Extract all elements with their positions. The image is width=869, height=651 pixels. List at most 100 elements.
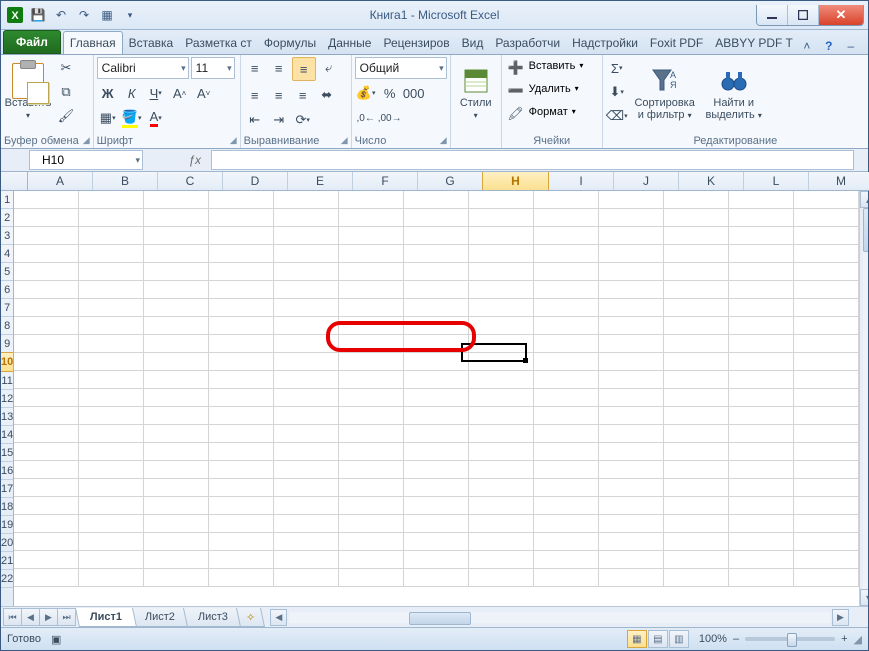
cell[interactable] <box>794 407 859 424</box>
cell[interactable] <box>664 281 729 298</box>
cell[interactable] <box>339 479 404 496</box>
cell[interactable] <box>209 209 274 226</box>
cell[interactable] <box>664 425 729 442</box>
cell[interactable] <box>794 569 859 586</box>
cell[interactable] <box>534 227 599 244</box>
borders-button[interactable]: ▦▾ <box>97 107 119 129</box>
cell[interactable] <box>209 515 274 532</box>
cell[interactable] <box>534 515 599 532</box>
cell[interactable] <box>79 335 144 352</box>
cell[interactable] <box>144 353 209 370</box>
dialog-launcher-icon[interactable]: ◢ <box>83 135 90 146</box>
cell[interactable] <box>209 497 274 514</box>
cell[interactable] <box>209 245 274 262</box>
cell[interactable] <box>404 335 469 352</box>
cell[interactable] <box>664 317 729 334</box>
cell[interactable] <box>14 281 79 298</box>
column-header[interactable]: A <box>28 172 93 190</box>
cell[interactable] <box>599 515 664 532</box>
cell[interactable] <box>729 461 794 478</box>
tab-formulas[interactable]: Формулы <box>258 32 322 54</box>
cell[interactable] <box>274 461 339 478</box>
cell[interactable] <box>404 263 469 280</box>
cell[interactable] <box>79 281 144 298</box>
cell[interactable] <box>209 569 274 586</box>
cell[interactable] <box>794 497 859 514</box>
cell[interactable] <box>144 191 209 208</box>
cell[interactable] <box>14 443 79 460</box>
cell[interactable] <box>664 461 729 478</box>
cell[interactable] <box>209 371 274 388</box>
row-header[interactable]: 8 <box>1 317 13 335</box>
cell[interactable] <box>664 335 729 352</box>
tab-data[interactable]: Данные <box>322 32 377 54</box>
row-header[interactable]: 11 <box>1 372 13 390</box>
cell[interactable] <box>339 353 404 370</box>
scroll-up-icon[interactable]: ▲ <box>860 191 868 208</box>
cell[interactable] <box>144 389 209 406</box>
cell[interactable] <box>729 497 794 514</box>
cell[interactable] <box>599 569 664 586</box>
cell[interactable] <box>144 263 209 280</box>
cell[interactable] <box>339 335 404 352</box>
cell[interactable] <box>274 533 339 550</box>
cell[interactable] <box>534 371 599 388</box>
tab-abbyy[interactable]: ABBYY PDF T <box>709 32 799 54</box>
cell[interactable] <box>144 515 209 532</box>
cell[interactable] <box>339 263 404 280</box>
cell[interactable] <box>534 245 599 262</box>
column-header[interactable]: G <box>418 172 483 190</box>
cell[interactable] <box>404 425 469 442</box>
row-header[interactable]: 5 <box>1 263 13 281</box>
cell[interactable] <box>274 353 339 370</box>
cell[interactable] <box>534 407 599 424</box>
cell[interactable] <box>664 515 729 532</box>
cell[interactable] <box>339 209 404 226</box>
cell[interactable] <box>14 299 79 316</box>
minimize-button[interactable] <box>757 5 787 25</box>
cell[interactable] <box>79 551 144 568</box>
cell[interactable] <box>469 353 534 370</box>
vscroll-thumb[interactable] <box>863 208 868 252</box>
cell[interactable] <box>404 533 469 550</box>
autosum-button[interactable]: Σ▾ <box>606 57 628 79</box>
currency-button[interactable]: 💰▾ <box>355 82 377 104</box>
cell[interactable] <box>599 533 664 550</box>
cell[interactable] <box>274 245 339 262</box>
cell[interactable] <box>794 317 859 334</box>
orientation-button[interactable]: ⟳▾ <box>292 109 314 131</box>
cell[interactable] <box>144 443 209 460</box>
column-header[interactable]: E <box>288 172 353 190</box>
increase-decimal-button[interactable]: ,0← <box>355 107 377 129</box>
cell[interactable] <box>599 335 664 352</box>
cell[interactable] <box>274 335 339 352</box>
cell[interactable] <box>729 533 794 550</box>
scroll-down-icon[interactable]: ▼ <box>860 589 868 606</box>
cell[interactable] <box>14 461 79 478</box>
cell[interactable] <box>14 227 79 244</box>
cell[interactable] <box>794 443 859 460</box>
cell[interactable] <box>14 533 79 550</box>
cell[interactable] <box>534 281 599 298</box>
cell[interactable] <box>404 281 469 298</box>
row-header[interactable]: 21 <box>1 552 13 570</box>
cell[interactable] <box>274 227 339 244</box>
cell[interactable] <box>339 515 404 532</box>
cell[interactable] <box>274 389 339 406</box>
cell[interactable] <box>14 407 79 424</box>
cell[interactable] <box>729 191 794 208</box>
column-header[interactable]: J <box>614 172 679 190</box>
cell[interactable] <box>664 227 729 244</box>
cell[interactable] <box>209 281 274 298</box>
cell[interactable] <box>729 515 794 532</box>
zoom-in-button[interactable]: + <box>841 633 847 645</box>
workbook-minimize-icon[interactable]: – <box>843 38 859 54</box>
row-header[interactable]: 13 <box>1 408 13 426</box>
cell[interactable] <box>664 371 729 388</box>
cell[interactable] <box>794 191 859 208</box>
cell[interactable] <box>339 461 404 478</box>
cell[interactable] <box>274 551 339 568</box>
view-normal-button[interactable]: ▦ <box>627 630 647 648</box>
cell[interactable] <box>274 497 339 514</box>
cell[interactable] <box>794 389 859 406</box>
